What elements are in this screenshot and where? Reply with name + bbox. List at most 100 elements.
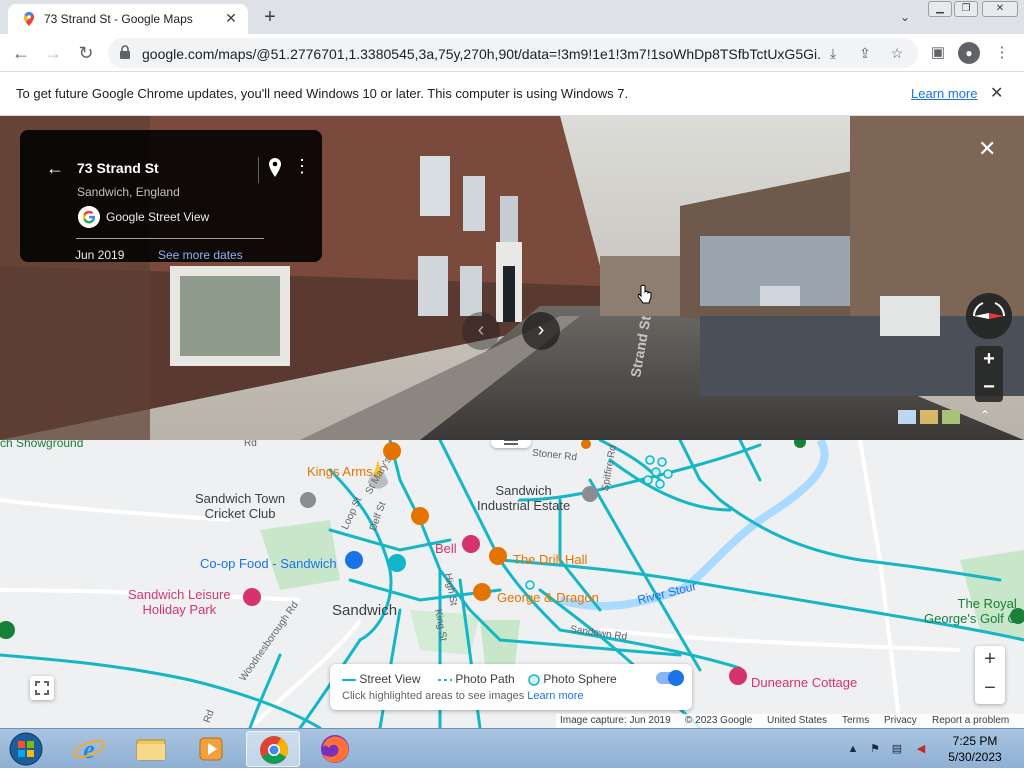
street-view-info-card: ← 73 Strand St Sandwich, England ⋮ Googl…: [20, 130, 322, 262]
windows-taskbar: e ▲ ⚑ ▤ ◀ 7:25 PM 5/30/2023: [0, 728, 1024, 768]
legend-photo-path: Photo Path: [438, 672, 515, 686]
volume-muted-icon[interactable]: ◀: [914, 742, 928, 756]
url-text[interactable]: google.com/maps/@51.2776701,1.3380545,3a…: [142, 46, 822, 62]
maps-favicon: [24, 12, 34, 26]
map-label-leisure-park[interactable]: Sandwich Leisure Holiday Park: [128, 587, 231, 617]
map-label-showground[interactable]: ch Showground: [0, 440, 83, 451]
map-zoom-in-button[interactable]: +: [975, 646, 1005, 675]
chevron-left-icon[interactable]: ‹: [462, 312, 500, 350]
address-title: 73 Strand St: [77, 160, 159, 176]
zoom-in-button[interactable]: +: [975, 346, 1003, 374]
street-view-pane[interactable]: Strand St ← 73 Strand St Sandwich, Engla…: [0, 116, 1024, 440]
dashed-line-icon: [438, 678, 452, 681]
tab-title: 73 Strand St - Google Maps: [44, 12, 193, 26]
street-view-layer-toggle[interactable]: [656, 670, 684, 686]
tab-strip: 73 Strand St - Google Maps ✕ + ⌄ ▁ ❐ ✕: [0, 0, 1024, 34]
locality-text: Sandwich, England: [77, 185, 180, 199]
sphere-dot-icon: [528, 674, 540, 686]
zoom-out-button[interactable]: −: [975, 374, 1003, 402]
map-label-george-dragon[interactable]: George & Dragon: [497, 590, 599, 605]
compass-icon[interactable]: [966, 293, 1012, 339]
install-icon[interactable]: ⤓: [824, 44, 842, 62]
show-hidden-icons[interactable]: ▲: [846, 742, 860, 756]
media-glyph: [199, 737, 223, 761]
terms-link[interactable]: Terms: [842, 715, 869, 726]
chrome-taskbar-icon[interactable]: [246, 731, 300, 767]
back-arrow-icon[interactable]: ←: [8, 40, 34, 66]
infobar-learn-more-link[interactable]: Learn more: [911, 86, 977, 101]
pane-resize-handle[interactable]: [491, 440, 531, 448]
country-link[interactable]: United States: [767, 715, 827, 726]
map-zoom-out-button[interactable]: −: [975, 675, 1005, 704]
see-more-dates-link[interactable]: See more dates: [158, 248, 243, 262]
firefox-icon[interactable]: [308, 731, 362, 767]
map-label-coop[interactable]: Co-op Food - Sandwich: [200, 556, 337, 571]
firefox-glyph: [321, 735, 349, 763]
tab-google-maps[interactable]: 73 Strand St - Google Maps ✕: [8, 4, 248, 34]
map-footer: Image capture: Jun 2019 © 2023 Google Un…: [556, 714, 1024, 728]
flag-icon[interactable]: ⚑: [868, 742, 882, 756]
road-label-top: Rd: [244, 440, 257, 449]
chevron-right-icon[interactable]: ›: [522, 312, 560, 350]
map-label-drill-hall[interactable]: The Drill Hall: [513, 552, 587, 567]
start-orb-icon[interactable]: [4, 731, 48, 767]
solid-line-icon: [342, 678, 356, 681]
divider: [76, 238, 264, 239]
map-zoom-controls: + −: [975, 646, 1005, 704]
map-label-cricket-club[interactable]: Sandwich Town Cricket Club: [195, 491, 285, 521]
map-label-industrial-estate[interactable]: Sandwich Industrial Estate: [477, 483, 570, 513]
street-view-zoom-controls: + −: [975, 346, 1003, 402]
report-problem-link[interactable]: Report a problem: [932, 715, 1009, 726]
share-icon[interactable]: ⇪: [856, 44, 874, 62]
map-label-kings-arms[interactable]: Kings Arms: [307, 464, 373, 479]
sidepanel-icon[interactable]: ▣: [928, 43, 948, 63]
image-capture-text: Image capture: Jun 2019: [560, 715, 671, 726]
media-player-icon[interactable]: [184, 731, 238, 767]
profile-icon[interactable]: ●: [958, 42, 980, 64]
map-label-dunearne[interactable]: Dunearne Cottage: [751, 675, 857, 690]
map-label-royal-georges[interactable]: The Royal George's Golf C: [924, 596, 1017, 626]
clock[interactable]: 7:25 PM 5/30/2023: [940, 733, 1010, 765]
close-tab-icon[interactable]: ✕: [222, 9, 240, 27]
star-icon[interactable]: ☆: [888, 44, 906, 62]
divider: [258, 157, 259, 183]
google-logo-icon: [78, 206, 100, 228]
location-pin-icon[interactable]: [267, 157, 283, 179]
file-explorer-icon[interactable]: [124, 731, 178, 767]
chevron-down-icon[interactable]: ⌄: [896, 8, 914, 26]
internet-explorer-icon[interactable]: e: [62, 731, 116, 767]
street-view-legend: Street View Photo Path Photo Sphere Clic…: [330, 664, 692, 710]
more-options-icon[interactable]: ⋮: [293, 157, 311, 175]
map-label-sandwich[interactable]: Sandwich: [332, 603, 397, 618]
hand-cursor-icon: [637, 284, 652, 304]
capture-date: Jun 2019: [75, 248, 125, 262]
ie-glyph: e: [72, 735, 106, 764]
kebab-menu-icon[interactable]: ⋮: [992, 43, 1012, 63]
forward-arrow-icon[interactable]: →: [40, 40, 66, 66]
reload-icon[interactable]: ↻: [73, 40, 99, 66]
map-label-bell[interactable]: Bell: [435, 541, 457, 556]
address-bar[interactable]: google.com/maps/@51.2776701,1.3380545,3a…: [108, 38, 918, 68]
privacy-link[interactable]: Privacy: [884, 715, 917, 726]
map-pane[interactable]: ch Showground Rd Stoner Rd Kings Arms Sa…: [0, 440, 1024, 728]
legend-street-view-label: Street View: [359, 672, 421, 686]
fullscreen-button[interactable]: [30, 676, 54, 700]
restore-icon[interactable]: ❐: [954, 1, 978, 17]
window-close-icon[interactable]: ✕: [982, 1, 1018, 17]
browser-toolbar: ← → ↻ google.com/maps/@51.2776701,1.3380…: [0, 34, 1024, 72]
network-icon[interactable]: ▤: [890, 742, 904, 756]
new-tab-button[interactable]: +: [258, 6, 282, 30]
back-arrow-icon[interactable]: ←: [46, 158, 64, 179]
svg-text:e: e: [83, 735, 95, 764]
imagery-thumbnails[interactable]: [896, 408, 962, 428]
lock-icon[interactable]: [119, 45, 131, 59]
close-street-view-icon[interactable]: ✕: [978, 136, 996, 162]
legend-photo-sphere-label: Photo Sphere: [543, 672, 617, 686]
minimize-icon[interactable]: ▁: [928, 1, 952, 17]
legend-learn-more-link[interactable]: Learn more: [527, 690, 583, 702]
infobar-close-icon[interactable]: ✕: [990, 83, 1003, 103]
copyright-text: © 2023 Google: [685, 715, 753, 726]
expand-icon[interactable]: ⌃: [980, 408, 990, 422]
fullscreen-icon: [35, 681, 49, 695]
legend-photo-sphere: Photo Sphere: [528, 672, 617, 686]
